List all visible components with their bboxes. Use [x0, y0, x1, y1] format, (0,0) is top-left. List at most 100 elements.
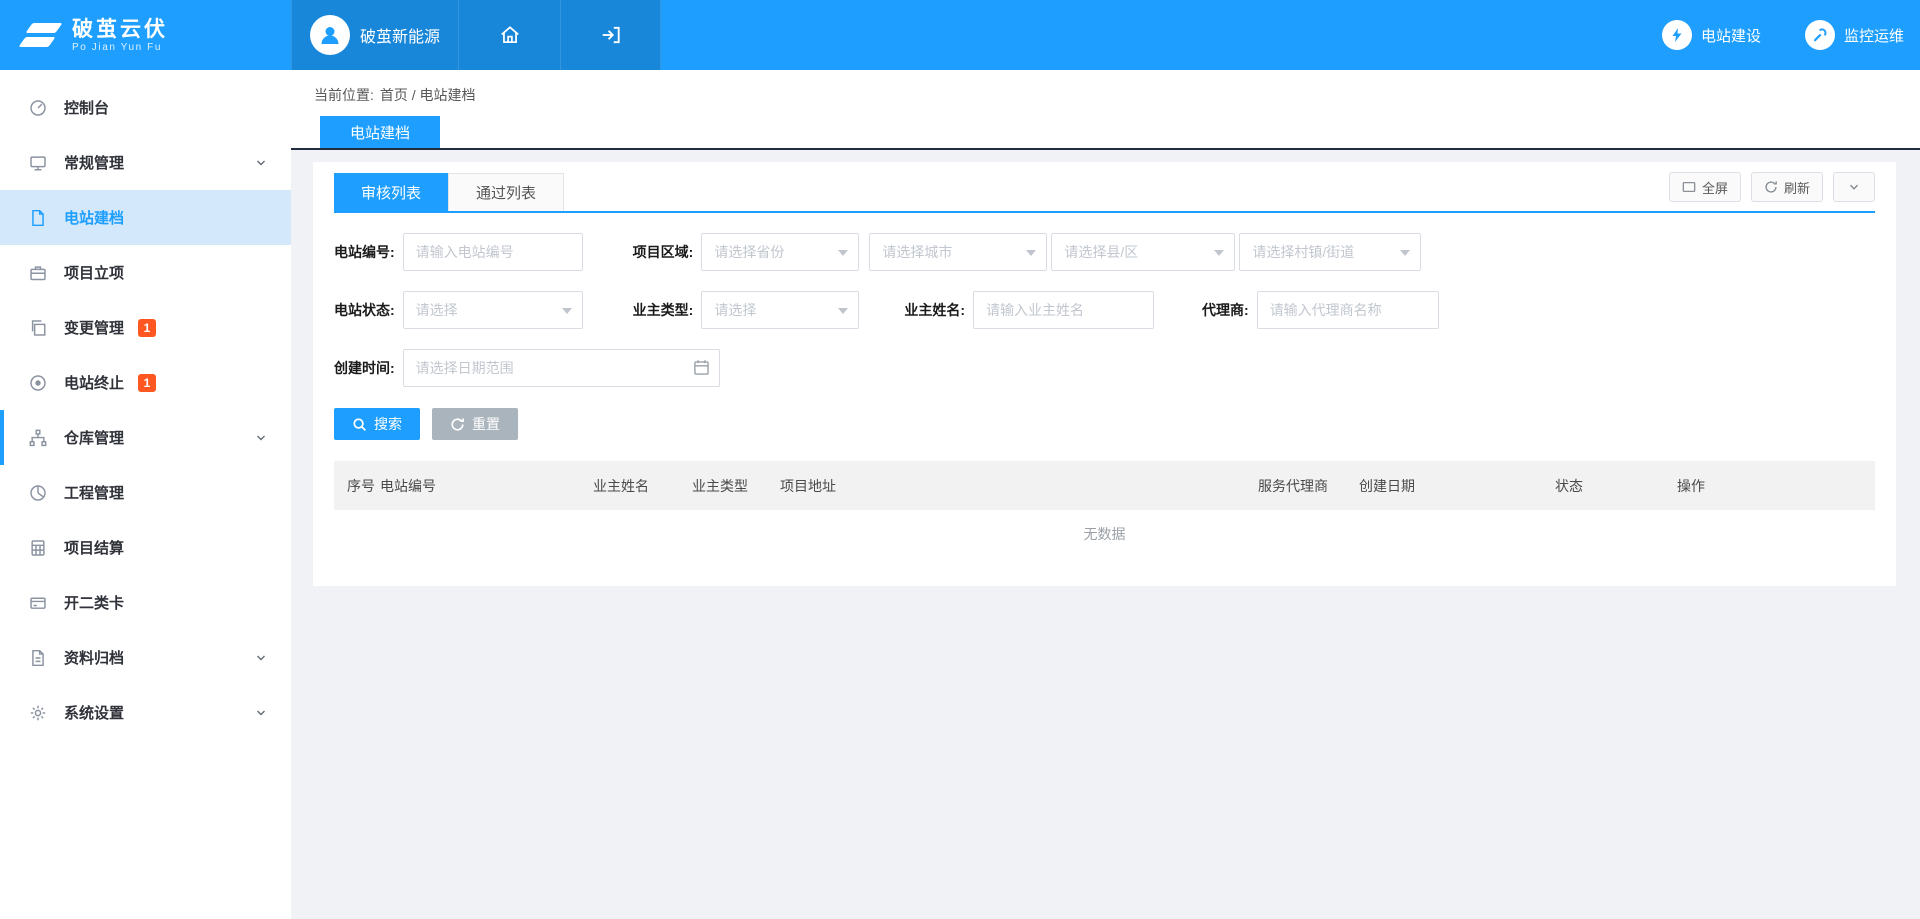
nav-monitor-ops[interactable]: 监控运维 — [1805, 20, 1904, 50]
chevron-down-icon — [255, 707, 267, 719]
sidebar-item-general-management[interactable]: 常规管理 — [0, 135, 291, 190]
pie-chart-icon — [28, 483, 48, 503]
page-tab-station-archive[interactable]: 电站建档 — [320, 116, 440, 148]
collapse-button[interactable] — [1833, 172, 1875, 202]
chevron-down-icon — [255, 157, 267, 169]
fullscreen-label: 全屏 — [1702, 178, 1728, 197]
nav-monitor-ops-label: 监控运维 — [1844, 25, 1904, 46]
chevron-down-icon — [255, 432, 267, 444]
sidebar-item-label: 仓库管理 — [64, 427, 124, 448]
bank-card-icon — [28, 593, 48, 613]
badge-count: 1 — [138, 374, 156, 392]
reset-button[interactable]: 重置 — [432, 408, 518, 440]
brand-subtitle: Po Jian Yun Fu — [72, 42, 168, 53]
logout-icon — [600, 24, 622, 46]
brand-title: 破茧云伏 — [72, 17, 168, 42]
owner-name-input[interactable] — [973, 291, 1154, 329]
tab-review-list[interactable]: 审核列表 — [334, 173, 448, 211]
table-header-row: 序号 电站编号 业主姓名 业主类型 项目地址 服务代理商 创建日期 状态 操作 — [334, 461, 1875, 510]
sidebar-item-project-initiation[interactable]: 项目立项 — [0, 245, 291, 300]
column-header: 电站编号 — [380, 476, 593, 496]
sidebar-item-station-archive[interactable]: 电站建档 — [0, 190, 291, 245]
sidebar-item-project-settlement[interactable]: 项目结算 — [0, 520, 291, 575]
city-placeholder: 请选择城市 — [882, 242, 952, 262]
refresh-icon — [1764, 180, 1778, 194]
panel-tabs-bar: 审核列表 通过列表 全屏 刷新 — [334, 162, 1875, 213]
column-header: 状态 — [1555, 476, 1677, 496]
province-select[interactable]: 请选择省份 — [701, 233, 859, 271]
breadcrumb: 当前位置: 首页 / 电站建档 — [291, 80, 1920, 110]
search-icon — [352, 417, 367, 432]
city-select[interactable]: 请选择城市 — [869, 233, 1047, 271]
calculator-icon — [28, 538, 48, 558]
reset-icon — [450, 417, 465, 432]
village-select[interactable]: 请选择村镇/街道 — [1239, 233, 1421, 271]
station-status-select[interactable]: 请选择 — [403, 291, 583, 329]
badge-count: 1 — [138, 319, 156, 337]
sidebar-item-warehouse-management[interactable]: 仓库管理 — [0, 410, 291, 465]
sidebar-item-label: 项目结算 — [64, 537, 124, 558]
monitor-icon — [28, 153, 48, 173]
lightning-icon — [1662, 20, 1692, 50]
sidebar-item-label: 控制台 — [64, 97, 109, 118]
owner-type-placeholder: 请选择 — [714, 300, 756, 320]
sidebar-item-engineering-management[interactable]: 工程管理 — [0, 465, 291, 520]
agent-label: 代理商: — [1202, 300, 1249, 320]
sitemap-icon — [28, 428, 48, 448]
sidebar-item-label: 变更管理 — [64, 317, 124, 338]
breadcrumb-path[interactable]: 首页 / 电站建档 — [380, 85, 476, 105]
sidebar-item-label: 电站终止 — [64, 372, 124, 393]
page-topbar: 当前位置: 首页 / 电站建档 电站建档 — [291, 70, 1920, 150]
owner-name-label: 业主姓名: — [904, 300, 965, 320]
filter-row-1: 电站编号: 项目区域: 请选择省份 请选择城市 请选择县/区 请选择村镇/街道 — [334, 233, 1875, 271]
filter-row-3: 创建时间: — [334, 349, 1875, 387]
station-no-input[interactable] — [403, 233, 583, 271]
results-table: 序号 电站编号 业主姓名 业主类型 项目地址 服务代理商 创建日期 状态 操作 … — [334, 461, 1875, 558]
nav-station-build[interactable]: 电站建设 — [1662, 20, 1761, 50]
panel-toolbar: 全屏 刷新 — [1669, 172, 1875, 202]
chevron-down-icon — [1848, 181, 1860, 193]
agent-input[interactable] — [1257, 291, 1439, 329]
current-tenant-button[interactable]: 破茧新能源 — [291, 0, 459, 70]
dashboard-icon — [28, 98, 48, 118]
app-root: 破茧云伏 Po Jian Yun Fu 破茧新能源 — [0, 0, 1920, 586]
owner-type-select[interactable]: 请选择 — [701, 291, 859, 329]
sidebar-item-data-archive[interactable]: 资料归档 — [0, 630, 291, 685]
logout-button[interactable] — [561, 0, 661, 70]
search-button[interactable]: 搜索 — [334, 408, 420, 440]
empty-state: 无数据 — [334, 510, 1875, 558]
tab-passed-list[interactable]: 通过列表 — [448, 173, 564, 211]
date-range-input[interactable] — [403, 349, 720, 387]
refresh-button[interactable]: 刷新 — [1751, 172, 1823, 202]
stop-icon — [28, 373, 48, 393]
copy-icon — [28, 318, 48, 338]
sidebar-item-console[interactable]: 控制台 — [0, 80, 291, 135]
fullscreen-icon — [1682, 180, 1696, 194]
top-header: 破茧云伏 Po Jian Yun Fu 破茧新能源 — [0, 0, 1920, 70]
header-right-nav: 电站建设 监控运维 — [1662, 0, 1920, 70]
column-header: 业主类型 — [692, 476, 780, 496]
fullscreen-button[interactable]: 全屏 — [1669, 172, 1741, 202]
village-placeholder: 请选择村镇/街道 — [1252, 242, 1354, 262]
province-placeholder: 请选择省份 — [714, 242, 784, 262]
sidebar: 控制台 常规管理 电站建档 项目立项 变更管理 1 电站终止 1 仓库管理 — [0, 70, 291, 919]
column-header: 项目地址 — [780, 476, 1258, 496]
filter-actions: 搜索 重置 — [334, 408, 1875, 440]
filter-row-2: 电站状态: 请选择 业主类型: 请选择 业主姓名: 代理商: — [334, 291, 1875, 329]
sidebar-item-type2-card[interactable]: 开二类卡 — [0, 575, 291, 630]
sidebar-item-system-settings[interactable]: 系统设置 — [0, 685, 291, 740]
column-header: 业主姓名 — [593, 476, 692, 496]
home-button[interactable] — [459, 0, 561, 70]
sidebar-item-label: 电站建档 — [64, 207, 124, 228]
brand-logo: 破茧云伏 Po Jian Yun Fu — [0, 0, 291, 70]
briefcase-icon — [28, 263, 48, 283]
county-select[interactable]: 请选择县/区 — [1051, 233, 1235, 271]
brand-logo-icon — [22, 23, 59, 47]
sidebar-item-change-management[interactable]: 变更管理 1 — [0, 300, 291, 355]
station-no-label: 电站编号: — [334, 242, 395, 262]
user-avatar-icon — [310, 15, 350, 55]
main-content: 当前位置: 首页 / 电站建档 电站建档 审核列表 通过列表 全屏 — [291, 70, 1920, 586]
region-label: 项目区域: — [633, 242, 694, 262]
station-status-label: 电站状态: — [334, 300, 395, 320]
sidebar-item-station-termination[interactable]: 电站终止 1 — [0, 355, 291, 410]
